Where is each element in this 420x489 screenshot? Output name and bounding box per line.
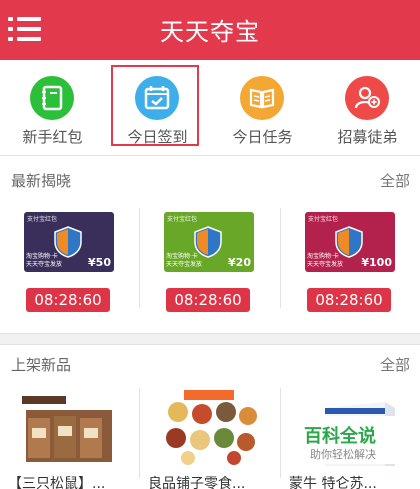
selection-highlight-box bbox=[111, 65, 199, 146]
view-all-link[interactable]: 全部 bbox=[380, 170, 410, 191]
card-top-text: 支付宝红包 bbox=[167, 216, 198, 223]
card-amount: ¥100 bbox=[361, 256, 392, 269]
prize-item[interactable]: 支付宝红包 淘宝购物·卡 天天夺宝发放 ¥100 08:28:60 bbox=[281, 200, 420, 320]
quick-action-recruit[interactable]: 招募徒弟 bbox=[315, 60, 420, 156]
prize-item[interactable]: 支付宝红包 淘宝购物·卡 天天夺宝发放 ¥50 08:28:60 bbox=[0, 200, 139, 320]
card-amount: ¥50 bbox=[88, 256, 111, 269]
countdown-timer: 08:28:60 bbox=[166, 288, 250, 312]
section-title: 上架新品 bbox=[11, 356, 72, 374]
card-line-2: 天天夺宝发放 bbox=[166, 261, 203, 268]
view-all-link[interactable]: 全部 bbox=[380, 354, 410, 375]
card-line-1: 淘宝购物·卡 bbox=[307, 253, 339, 260]
notebook-icon bbox=[30, 76, 74, 120]
card-line-1: 淘宝购物·卡 bbox=[166, 253, 198, 260]
quick-action-label: 新手红包 bbox=[22, 128, 83, 146]
prize-card-image: 支付宝红包 淘宝购物·卡 天天夺宝发放 ¥100 bbox=[305, 212, 395, 272]
product-image-snack-variety bbox=[154, 388, 264, 466]
section-header-latest: 最新揭晓 全部 bbox=[0, 162, 420, 196]
card-amount: ¥20 bbox=[228, 256, 251, 269]
card-top-text: 支付宝红包 bbox=[27, 216, 58, 223]
quick-action-newbie-redpacket[interactable]: 新手红包 bbox=[0, 60, 105, 156]
product-name: 蒙牛 特仑苏... bbox=[289, 476, 377, 489]
card-line-1: 淘宝购物·卡 bbox=[26, 253, 58, 260]
quick-action-label: 招募徒弟 bbox=[337, 128, 398, 146]
prize-card-image: 支付宝红包 淘宝购物·卡 天天夺宝发放 ¥20 bbox=[164, 212, 254, 272]
section-title: 最新揭晓 bbox=[11, 172, 72, 190]
prize-item[interactable]: 支付宝红包 淘宝购物·卡 天天夺宝发放 ¥20 08:28:60 bbox=[140, 200, 279, 320]
section-header-new-arrivals: 上架新品 全部 bbox=[0, 346, 420, 380]
page-title: 天天夺宝 bbox=[160, 18, 260, 46]
card-line-2: 天天夺宝发放 bbox=[26, 261, 63, 268]
section-separator bbox=[0, 333, 420, 345]
prize-card-image: 支付宝红包 淘宝购物·卡 天天夺宝发放 ¥50 bbox=[24, 212, 114, 272]
quick-action-daily-task[interactable]: 今日任务 bbox=[210, 60, 315, 156]
product-item[interactable]: 良品铺子零食... bbox=[140, 384, 279, 489]
app-header: 天天夺宝 bbox=[0, 0, 420, 60]
watermark-subtitle: 助你轻松解决 bbox=[310, 448, 376, 461]
product-name: 【三只松鼠】... bbox=[8, 476, 106, 489]
card-top-text: 支付宝红包 bbox=[308, 216, 339, 223]
watermark-title: 百科全说 bbox=[304, 426, 376, 447]
countdown-timer: 08:28:60 bbox=[307, 288, 391, 312]
open-book-icon bbox=[240, 76, 284, 120]
product-item[interactable]: 【三只松鼠】... bbox=[0, 384, 139, 489]
product-name: 良品铺子零食... bbox=[148, 476, 246, 489]
product-image-nut-gift-box bbox=[14, 388, 124, 466]
card-line-2: 天天夺宝发放 bbox=[307, 261, 344, 268]
quick-action-label: 今日任务 bbox=[232, 128, 293, 146]
watermark-overlay: 百科全说 助你轻松解决 bbox=[296, 416, 416, 464]
countdown-timer: 08:28:60 bbox=[26, 288, 110, 312]
quick-actions: 新手红包 今日签到 今日任务 招募徒弟 bbox=[0, 60, 420, 156]
add-user-icon bbox=[345, 76, 389, 120]
